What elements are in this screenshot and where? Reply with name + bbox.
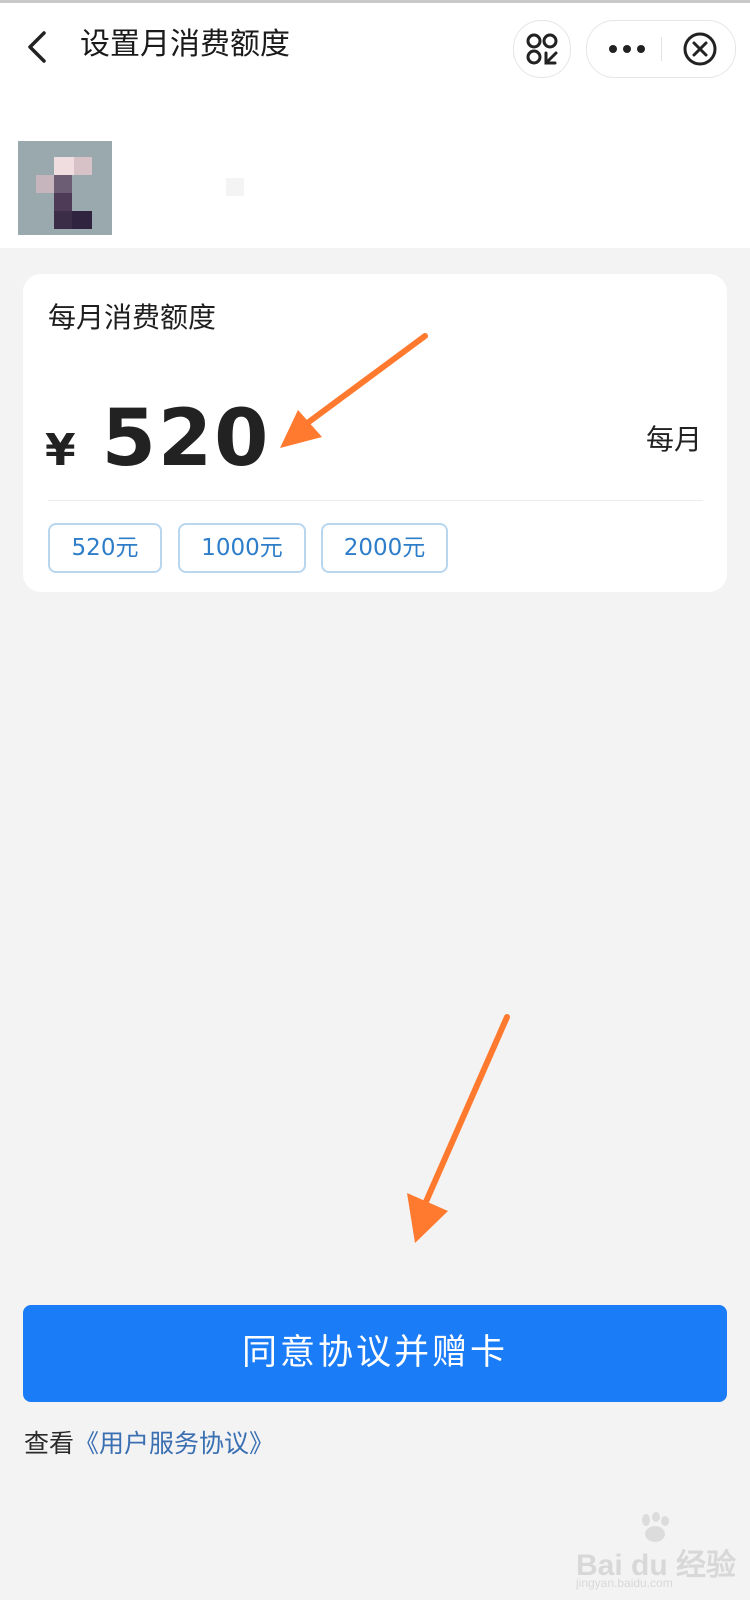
header: 设置月消费额度: [0, 3, 750, 248]
avatar: [18, 141, 112, 235]
period-label: 每月: [645, 423, 702, 456]
annotation-arrow-button: [407, 1014, 510, 1243]
divider: [48, 500, 703, 501]
name-placeholder: [226, 178, 244, 196]
limit-label: 每月消费额度: [48, 301, 217, 334]
agree-and-gift-button[interactable]: 同意协议并赠卡: [23, 1305, 727, 1402]
capsule-menu: [586, 20, 736, 78]
more-dots-icon[interactable]: [605, 35, 649, 63]
option-chip[interactable]: 520元: [48, 523, 162, 573]
view-prefix: 查看: [24, 1429, 75, 1458]
watermark-url: jingyan.baidu.com: [576, 1576, 673, 1590]
capsule-divider: [661, 37, 662, 61]
amount-value[interactable]: 520: [102, 394, 271, 484]
switch-miniprogram-icon: [526, 33, 558, 65]
close-circle-icon[interactable]: [682, 31, 718, 67]
option-chip[interactable]: 1000元: [178, 523, 306, 573]
switch-miniprogram-button[interactable]: [513, 20, 571, 78]
chevron-left-icon[interactable]: [22, 29, 58, 65]
baidu-watermark: Bai du 经验 jingyan.baidu.com: [576, 1512, 746, 1592]
agreement-line: 查看《用户服务协议》: [24, 1426, 274, 1462]
user-agreement-link[interactable]: 《用户服务协议》: [74, 1429, 274, 1458]
page-title: 设置月消费额度: [80, 27, 290, 62]
option-chip[interactable]: 2000元: [321, 523, 448, 573]
currency-symbol: ¥: [45, 425, 76, 476]
spending-limit-card: 每月消费额度 ¥ 520 每月 520元 1000元 2000元: [23, 274, 727, 592]
amount-display[interactable]: ¥ 520: [45, 394, 270, 484]
